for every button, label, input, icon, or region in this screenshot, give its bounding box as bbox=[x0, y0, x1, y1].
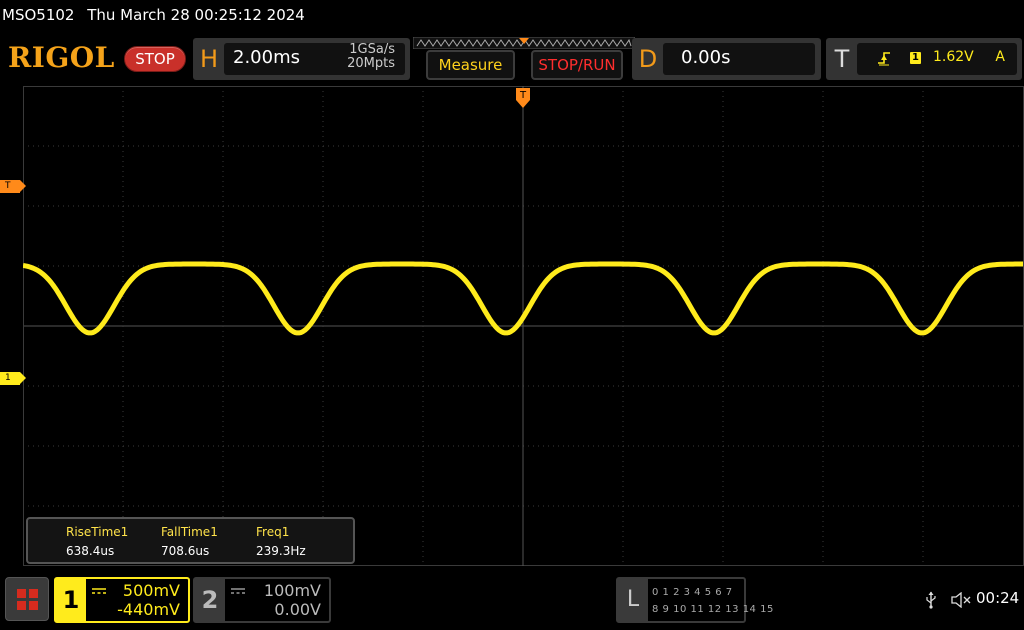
horizontal-readout[interactable]: 2.00ms 1GSa/s 20Mpts bbox=[224, 43, 405, 75]
measurement-value: 239.3Hz bbox=[256, 544, 306, 558]
menu-grid-icon-cell bbox=[29, 601, 38, 610]
delay-label: D bbox=[638, 45, 658, 73]
logic-label: L bbox=[618, 579, 648, 621]
waveform-display[interactable] bbox=[23, 86, 1024, 566]
logic-analyzer-tile[interactable]: L 0 1 2 3 4 5 6 7 8 9 10 11 12 13 14 15 bbox=[616, 577, 773, 623]
trigger-label: T bbox=[834, 45, 850, 73]
measurement-item: FallTime1 708.6us bbox=[161, 523, 218, 561]
dc-coupling-icon bbox=[231, 588, 245, 594]
main-menu-button[interactable] bbox=[5, 577, 49, 621]
graticule bbox=[23, 86, 1024, 566]
channel1-scale: 500mV bbox=[122, 581, 180, 600]
model-name: MSO5102 bbox=[2, 6, 75, 24]
channel1-offset-marker[interactable]: 1 bbox=[0, 372, 26, 385]
sample-rate: 1GSa/s bbox=[349, 42, 395, 57]
clock-time: 00:24 bbox=[976, 589, 1020, 607]
trigger-source: 1 bbox=[910, 52, 921, 64]
channel1-offset: -440mV bbox=[117, 600, 180, 619]
channel1-number: 1 bbox=[56, 579, 86, 621]
measurement-name: RiseTime1 bbox=[66, 525, 129, 539]
menu-grid-icon-cell bbox=[17, 601, 26, 610]
bottom-bar: 1 500mV -440mV 2 100mV 0.00V L 0 1 2 3 4… bbox=[0, 571, 1024, 630]
speaker-muted-icon[interactable] bbox=[951, 592, 971, 608]
menu-grid-icon bbox=[17, 589, 26, 598]
date-time: Thu March 28 00:25:12 2024 bbox=[87, 6, 305, 24]
measurement-value: 638.4us bbox=[66, 544, 115, 558]
memory-position-strip bbox=[413, 37, 635, 49]
channel2-tile[interactable]: 2 100mV 0.00V bbox=[193, 577, 331, 623]
rising-edge-icon bbox=[878, 52, 890, 66]
measurement-item: Freq1 239.3Hz bbox=[256, 523, 306, 561]
dc-coupling-icon bbox=[92, 588, 106, 594]
horizontal-label: H bbox=[199, 45, 219, 73]
measurement-panel[interactable]: RiseTime1 638.4us FallTime1 708.6us Freq… bbox=[26, 517, 355, 564]
svg-text:T: T bbox=[519, 90, 527, 101]
channel2-offset: 0.00V bbox=[274, 600, 321, 619]
trigger-panel[interactable]: T 1 1.62V A bbox=[826, 38, 1022, 80]
run-state-badge[interactable]: STOP bbox=[124, 46, 186, 72]
timebase-value: 2.00ms bbox=[233, 47, 300, 68]
status-line: MSO5102 Thu March 28 00:25:12 2024 bbox=[0, 0, 1024, 34]
delay-value: 0.00s bbox=[681, 47, 731, 68]
measurement-item: RiseTime1 638.4us bbox=[66, 523, 128, 561]
trigger-position-marker[interactable]: T bbox=[516, 86, 530, 110]
channel2-number: 2 bbox=[195, 579, 225, 621]
memory-depth: 20Mpts bbox=[347, 56, 395, 71]
measure-button[interactable]: Measure bbox=[426, 50, 515, 80]
delay-panel[interactable]: D 0.00s bbox=[632, 38, 821, 80]
channel2-scale: 100mV bbox=[263, 581, 321, 600]
measurement-name: Freq1 bbox=[256, 525, 290, 539]
trigger-mode: A bbox=[995, 49, 1005, 65]
trigger-readout[interactable]: 1 1.62V A bbox=[857, 43, 1017, 75]
logic-channels-high: 8 9 10 11 12 13 14 15 bbox=[652, 604, 774, 615]
measurement-name: FallTime1 bbox=[161, 525, 218, 539]
acquisition-info: 1GSa/s 20Mpts bbox=[347, 43, 395, 71]
rigol-logo: RIGOL bbox=[8, 41, 115, 74]
horizontal-panel[interactable]: H 2.00ms 1GSa/s 20Mpts bbox=[193, 38, 410, 80]
delay-readout[interactable]: 0.00s bbox=[663, 43, 815, 75]
measurement-value: 708.6us bbox=[161, 544, 210, 558]
stop-run-button[interactable]: STOP/RUN bbox=[531, 50, 623, 80]
menu-grid-icon-cell bbox=[29, 589, 38, 598]
trigger-level: 1.62V bbox=[933, 49, 974, 65]
usb-icon bbox=[926, 591, 936, 609]
trigger-level-marker[interactable]: T bbox=[0, 180, 26, 193]
logic-channels-low: 0 1 2 3 4 5 6 7 bbox=[652, 587, 733, 598]
channel1-tile[interactable]: 1 500mV -440mV bbox=[54, 577, 190, 623]
